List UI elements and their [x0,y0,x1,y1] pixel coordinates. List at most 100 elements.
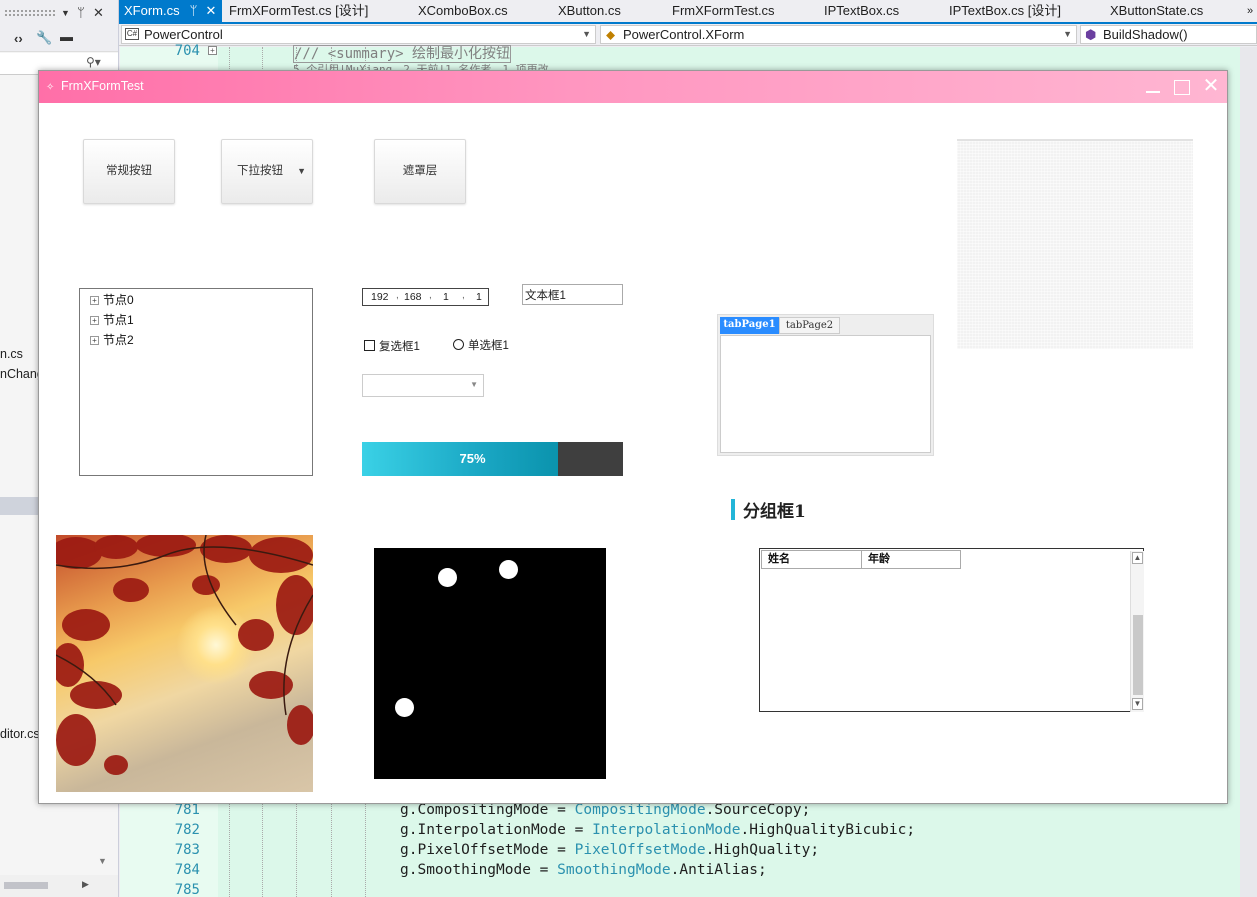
minimize-button[interactable] [1139,75,1167,99]
radio-circle[interactable] [453,339,464,350]
horizontal-scrollbar[interactable]: ▶ [0,875,118,897]
radio-button[interactable]: 单选框1 [453,337,509,353]
particle-dot [499,560,518,579]
shadow-panel [957,139,1193,349]
maximize-button[interactable] [1168,75,1196,99]
tree-node-label: 节点2 [103,333,134,347]
chevron-down-icon: ▼ [582,29,591,39]
radio-label: 单选框1 [468,340,509,352]
member-dropdown[interactable]: ⬢ BuildShadow() [1080,25,1257,44]
pin-icon[interactable]: ᛘ [190,3,198,18]
ip-separator: , [462,290,465,301]
file-item[interactable]: n.cs [0,347,23,361]
line-number: 704 [174,43,200,59]
list-view[interactable]: 姓名 年龄 [759,548,1144,712]
scroll-down-icon[interactable]: ▼ [1132,698,1143,710]
tab-xcombobox-cs[interactable]: XComboBox.cs [418,0,508,22]
panel-dropdown-icon[interactable]: ▼ [61,8,70,18]
dropdown-button[interactable]: 下拉按钮 ▼ [221,139,313,204]
code-text: g.PixelOffsetMode = [400,842,575,858]
editor-scrollbar[interactable] [1240,47,1257,897]
mask-button[interactable]: 遮罩层 [374,139,466,204]
tab-iptextbox-designer[interactable]: IPTextBox.cs [设计] [949,0,1061,22]
pin-icon[interactable]: ᛘ [77,5,85,20]
member-label: BuildShadow() [1103,27,1188,42]
normal-button[interactable]: 常规按钮 [83,139,175,204]
list-scrollbar[interactable]: ▲ ▼ [1130,551,1144,712]
progress-bar: 75% [362,442,623,476]
frm-xform-test-window: ✧ FrmXFormTest ✕ 常规按钮 下拉按钮 ▼ 遮罩层 + 节点0 + 节… [38,70,1228,804]
wrench-icon[interactable]: 🔧 [36,30,52,46]
code-text: .SourceCopy; [705,802,811,818]
particle-dot [395,698,414,717]
tab-xbuttonstate-cs[interactable]: XButtonState.cs [1110,0,1203,22]
expand-icon[interactable]: + [90,296,99,305]
close-icon[interactable]: ✕ [93,5,104,21]
tab-frmxformtest-designer[interactable]: FrmXFormTest.cs [设计] [229,0,368,22]
ip-separator: , [429,290,432,301]
autumn-leaves-image [56,535,313,775]
progress-label: 75% [459,451,486,466]
code-text: .HighQualityBicubic; [740,822,916,838]
window-title: FrmXFormTest [61,79,144,93]
collapse-icon[interactable]: ▬ [60,29,73,44]
scroll-down-icon[interactable]: ▼ [98,856,107,866]
code-line: g.PixelOffsetMode = PixelOffsetMode.High… [400,842,819,858]
ip-segment[interactable]: 192 [371,291,389,303]
code-line: g.SmoothingMode = SmoothingMode.AntiAlia… [400,862,767,878]
tab-xform-cs[interactable]: XForm.cs ᛘ ✕ [119,0,223,22]
tree-node[interactable]: + 节点2 [90,331,134,348]
type-dropdown[interactable]: ⬥ PowerControl.XForm ▼ [600,25,1077,44]
expand-icon[interactable]: + [208,46,217,55]
tree-node[interactable]: + 节点1 [90,311,134,328]
chevron-down-icon[interactable]: ▼ [297,140,306,203]
particle-canvas [374,548,606,779]
search-icon[interactable]: ⚲▾ [86,55,101,69]
close-icon[interactable]: ✕ [205,3,216,18]
code-text: g.SmoothingMode = [400,862,558,878]
code-icon[interactable]: ‹› [14,31,23,46]
project-dropdown[interactable]: C# PowerControl ▼ [121,25,596,44]
code-type: SmoothingMode [557,862,671,878]
combo-box[interactable]: ▼ [362,374,484,397]
tab-label: XForm.cs [124,3,180,18]
ip-segment[interactable]: 168 [404,291,422,303]
close-button[interactable]: ✕ [1197,75,1225,99]
column-header-age[interactable]: 年龄 [861,550,961,569]
tab-page2[interactable]: tabPage2 [779,317,840,334]
code-comment: /// <summary> 绘制最小化按钮 [293,43,512,63]
code-line: g.CompositingMode = CompositingMode.Sour… [400,802,810,818]
tab-overflow-icon[interactable]: » [1247,0,1253,22]
scroll-up-icon[interactable]: ▲ [1132,552,1143,564]
expand-icon[interactable]: + [90,336,99,345]
class-icon: ⬥ [606,27,616,42]
panel-grip[interactable] [4,9,56,17]
scroll-right-icon[interactable]: ▶ [82,879,89,890]
column-header-name[interactable]: 姓名 [761,550,862,569]
checkbox-box[interactable] [364,340,375,351]
expand-icon[interactable]: + [90,316,99,325]
tab-page-body [720,335,931,453]
file-item[interactable]: ditor.cs [0,727,40,741]
tree-view[interactable]: + 节点0 + 节点1 + 节点2 [79,288,313,476]
tab-xbutton-cs[interactable]: XButton.cs [558,0,621,22]
checkbox[interactable]: 复选框1 [364,338,420,354]
ip-address-input[interactable]: 192 , 168 , 1 , 1 [362,288,489,306]
tab-frmxformtest-cs[interactable]: FrmXFormTest.cs [672,0,775,22]
tab-iptextbox-cs[interactable]: IPTextBox.cs [824,0,899,22]
tree-node-label: 节点0 [103,293,134,307]
chevron-down-icon[interactable]: ▼ [470,380,478,389]
scrollbar-thumb[interactable] [1133,615,1143,695]
tree-node[interactable]: + 节点0 [90,291,134,308]
tab-page1[interactable]: tabPage1 [720,317,779,334]
code-type: PixelOffsetMode [574,842,706,858]
text-box[interactable]: 文本框1 [522,284,623,305]
ip-segment[interactable]: 1 [476,291,482,303]
project-label: PowerControl [144,27,223,42]
line-number: 781 [174,802,200,818]
ip-segment[interactable]: 1 [443,291,449,303]
scrollbar-thumb[interactable] [4,882,48,889]
window-titlebar[interactable]: ✧ FrmXFormTest ✕ [39,71,1227,103]
code-text: .AntiAlias; [670,862,767,878]
ip-separator: , [396,290,399,301]
